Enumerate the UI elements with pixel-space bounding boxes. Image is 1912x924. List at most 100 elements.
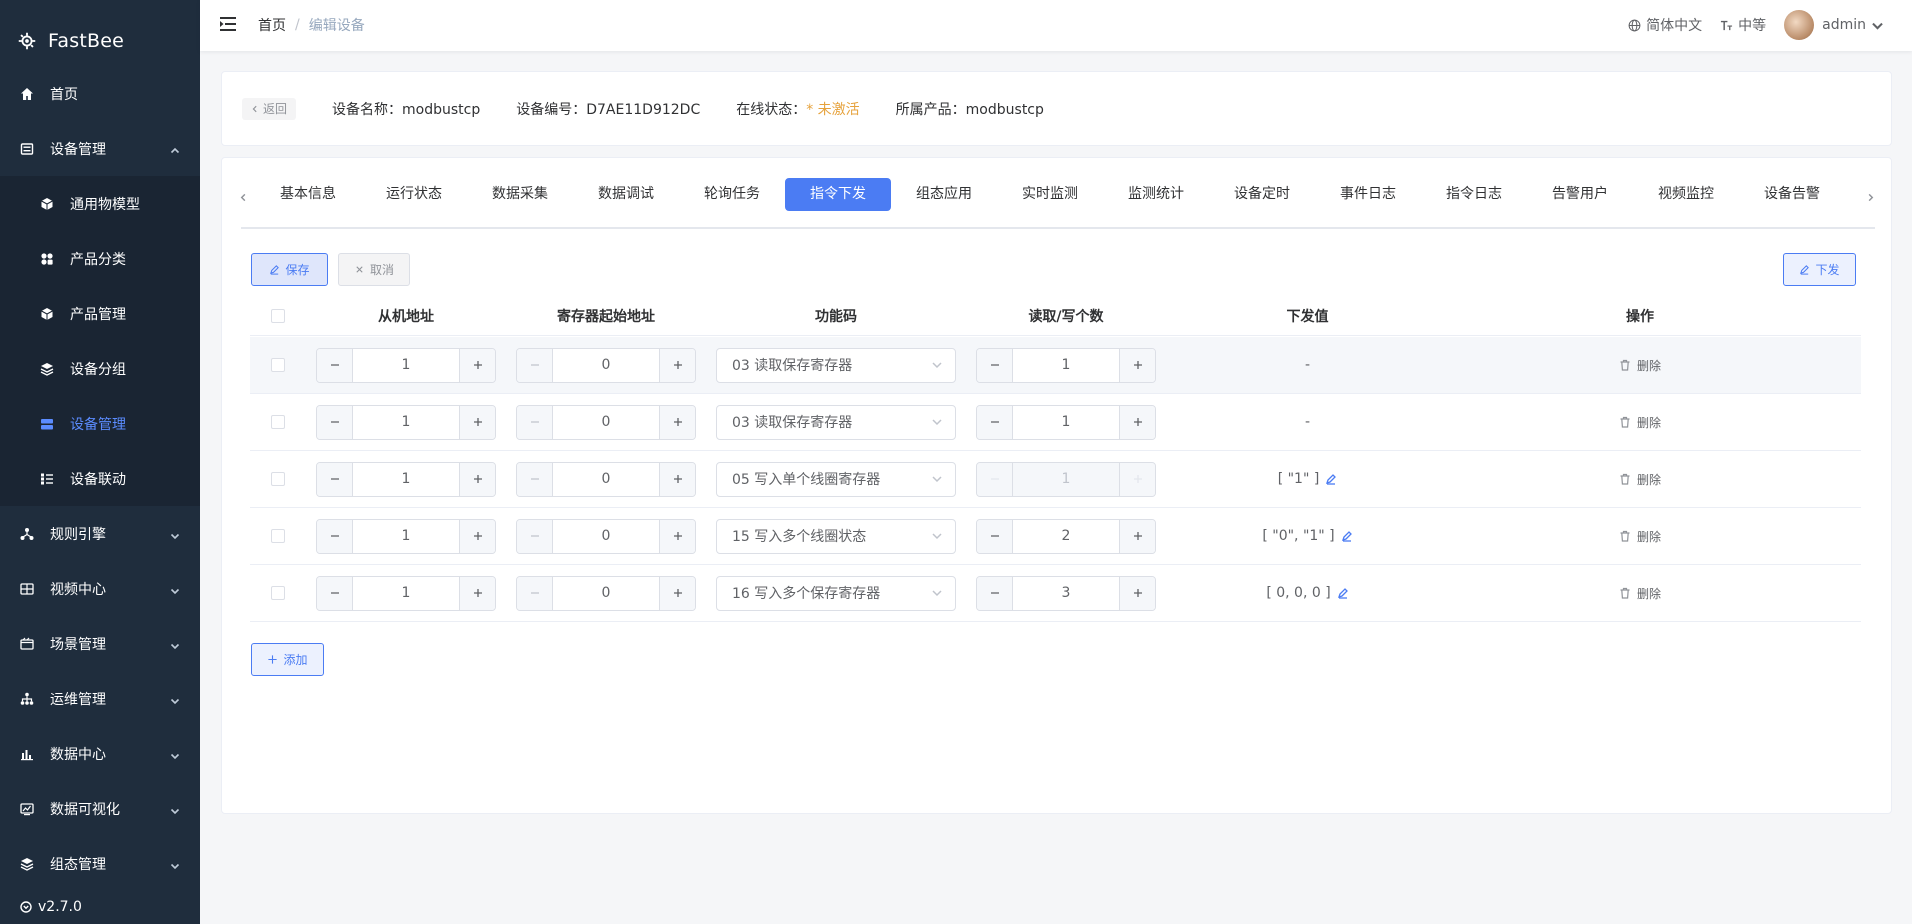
row-checkbox[interactable] — [271, 415, 285, 429]
logo[interactable]: FastBee — [16, 26, 124, 56]
increment-button[interactable] — [659, 519, 695, 553]
add-button[interactable]: 添加 — [251, 643, 324, 676]
row-checkbox[interactable] — [271, 529, 285, 543]
increment-button[interactable] — [459, 405, 495, 439]
sidebar-item-9[interactable]: 规则引擎 — [0, 506, 200, 561]
decrement-button[interactable] — [317, 405, 353, 439]
row-checkbox[interactable] — [271, 586, 285, 600]
slave-address-stepper[interactable]: 1 — [316, 347, 496, 383]
function-code-select[interactable]: 15 写入多个线圈状态 — [716, 518, 956, 554]
tab-15[interactable]: 设备告警 — [1739, 178, 1845, 211]
stepper-value[interactable]: 2 — [1013, 520, 1119, 553]
save-button[interactable]: 保存 — [251, 253, 328, 286]
increment-button[interactable] — [659, 348, 695, 382]
edit-icon[interactable] — [1325, 473, 1337, 485]
language-switch[interactable]: 简体中文 — [1628, 15, 1702, 35]
increment-button[interactable] — [1119, 405, 1155, 439]
sidebar-item-4[interactable]: 产品分类 — [0, 231, 200, 286]
stepper-value[interactable]: 1 — [353, 406, 459, 439]
increment-button[interactable] — [459, 519, 495, 553]
sidebar-item-12[interactable]: 运维管理 — [0, 671, 200, 726]
sidebar-item-11[interactable]: 场景管理 — [0, 616, 200, 671]
delete-button[interactable]: 删除 — [1619, 471, 1661, 488]
delete-button[interactable]: 删除 — [1619, 585, 1661, 602]
decrement-button[interactable] — [517, 348, 553, 382]
function-code-select[interactable]: 03 读取保存寄存器 — [716, 404, 956, 440]
tab-14[interactable]: 视频监控 — [1633, 178, 1739, 211]
stepper-value[interactable]: 0 — [553, 406, 659, 439]
hamburger-button[interactable] — [218, 14, 238, 34]
decrement-button[interactable] — [517, 405, 553, 439]
tab-7[interactable]: 组态应用 — [891, 178, 997, 211]
stepper-value[interactable]: 1 — [353, 577, 459, 610]
row-checkbox[interactable] — [271, 472, 285, 486]
count-stepper[interactable]: 2 — [976, 518, 1156, 554]
tab-scroll-right[interactable] — [1862, 187, 1878, 207]
sidebar-item-2[interactable]: 设备管理 — [0, 121, 200, 176]
count-stepper[interactable]: 3 — [976, 575, 1156, 611]
sidebar-item-14[interactable]: 数据可视化 — [0, 781, 200, 836]
tab-3[interactable]: 数据采集 — [467, 178, 573, 211]
decrement-button[interactable] — [517, 576, 553, 610]
tab-9[interactable]: 监测统计 — [1103, 178, 1209, 211]
increment-button[interactable] — [659, 462, 695, 496]
slave-address-stepper[interactable]: 1 — [316, 404, 496, 440]
sidebar-item-6[interactable]: 设备分组 — [0, 341, 200, 396]
tab-1[interactable]: 基本信息 — [255, 178, 361, 211]
count-stepper[interactable]: 1 — [976, 404, 1156, 440]
tab-8[interactable]: 实时监测 — [997, 178, 1103, 211]
send-button[interactable]: 下发 — [1783, 253, 1856, 286]
sidebar-item-8[interactable]: 设备联动 — [0, 451, 200, 506]
stepper-value[interactable]: 0 — [553, 463, 659, 496]
decrement-button[interactable] — [317, 519, 353, 553]
increment-button[interactable] — [459, 348, 495, 382]
tab-5[interactable]: 轮询任务 — [679, 178, 785, 211]
tab-2[interactable]: 运行状态 — [361, 178, 467, 211]
stepper-value[interactable]: 0 — [553, 577, 659, 610]
register-start-stepper[interactable]: 0 — [516, 347, 696, 383]
increment-button[interactable] — [1119, 576, 1155, 610]
stepper-value[interactable]: 1 — [1013, 406, 1119, 439]
register-start-stepper[interactable]: 0 — [516, 461, 696, 497]
tab-13[interactable]: 告警用户 — [1527, 178, 1633, 211]
increment-button[interactable] — [459, 462, 495, 496]
stepper-value[interactable]: 0 — [553, 349, 659, 382]
delete-button[interactable]: 删除 — [1619, 414, 1661, 431]
decrement-button[interactable] — [517, 462, 553, 496]
sidebar-item-1[interactable]: 首页 — [0, 66, 200, 121]
decrement-button[interactable] — [977, 576, 1013, 610]
function-code-select[interactable]: 05 写入单个线圈寄存器 — [716, 461, 956, 497]
edit-icon[interactable] — [1337, 587, 1349, 599]
row-checkbox[interactable] — [271, 358, 285, 372]
size-switch[interactable]: 中等 — [1720, 15, 1766, 35]
tab-6[interactable]: 指令下发 — [785, 178, 891, 211]
increment-button[interactable] — [659, 576, 695, 610]
function-code-select[interactable]: 03 读取保存寄存器 — [716, 347, 956, 383]
sidebar-item-10[interactable]: 视频中心 — [0, 561, 200, 616]
function-code-select[interactable]: 16 写入多个保存寄存器 — [716, 575, 956, 611]
increment-button[interactable] — [1119, 348, 1155, 382]
decrement-button[interactable] — [977, 519, 1013, 553]
decrement-button[interactable] — [317, 576, 353, 610]
stepper-value[interactable]: 1 — [353, 463, 459, 496]
user-dropdown[interactable]: admin — [1784, 10, 1884, 40]
decrement-button[interactable] — [977, 405, 1013, 439]
slave-address-stepper[interactable]: 1 — [316, 461, 496, 497]
tab-11[interactable]: 事件日志 — [1315, 178, 1421, 211]
delete-button[interactable]: 删除 — [1619, 357, 1661, 374]
tab-12[interactable]: 指令日志 — [1421, 178, 1527, 211]
stepper-value[interactable]: 3 — [1013, 577, 1119, 610]
decrement-button[interactable] — [317, 462, 353, 496]
cancel-button[interactable]: 取消 — [338, 253, 410, 286]
delete-button[interactable]: 删除 — [1619, 528, 1661, 545]
tab-4[interactable]: 数据调试 — [573, 178, 679, 211]
back-button[interactable]: 返回 — [242, 97, 297, 120]
decrement-button[interactable] — [317, 348, 353, 382]
increment-button[interactable] — [1119, 519, 1155, 553]
edit-icon[interactable] — [1341, 530, 1353, 542]
sidebar-item-13[interactable]: 数据中心 — [0, 726, 200, 781]
sidebar-item-15[interactable]: 组态管理 — [0, 836, 200, 891]
slave-address-stepper[interactable]: 1 — [316, 575, 496, 611]
select-all-checkbox[interactable] — [271, 308, 285, 323]
decrement-button[interactable] — [517, 519, 553, 553]
